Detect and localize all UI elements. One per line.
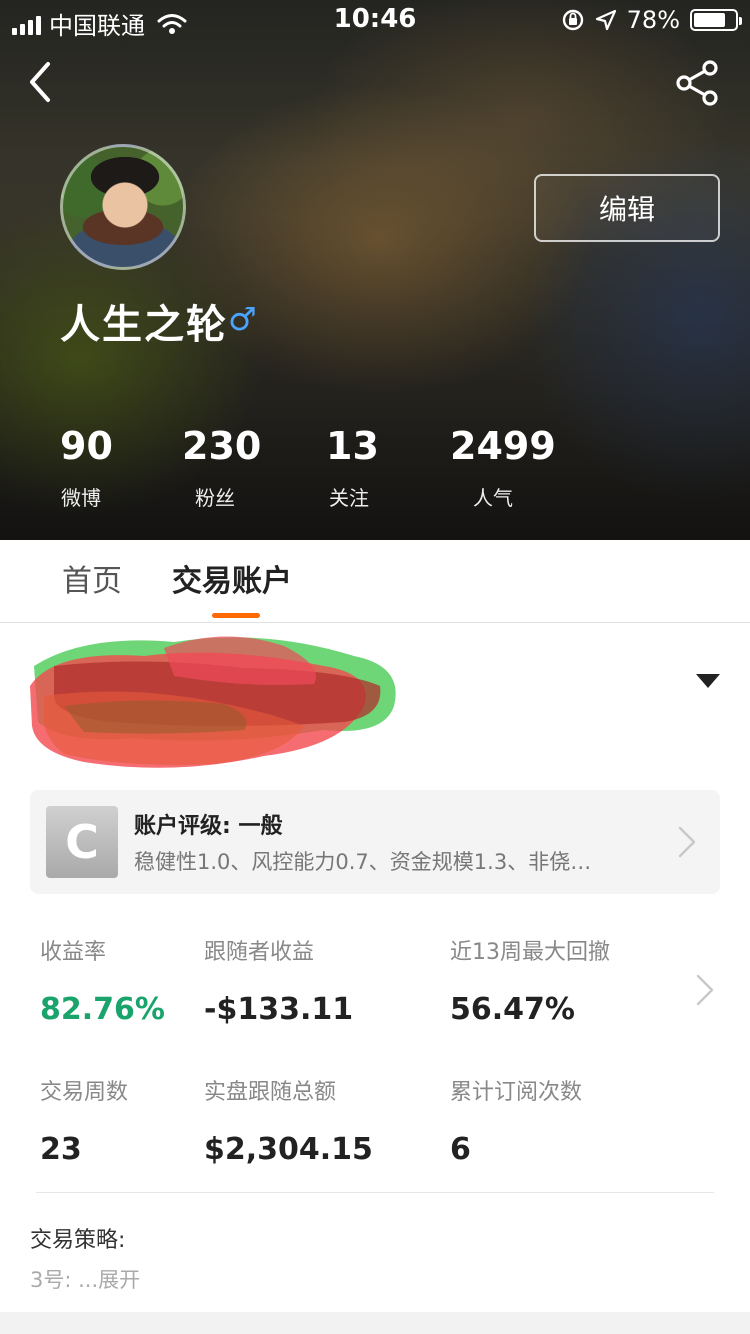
strategy-summary: 3号: ...展开: [30, 1264, 140, 1294]
metric-follower-profit: 跟随者收益 -$133.11: [204, 934, 353, 1027]
username: 人生之轮: [60, 302, 228, 348]
back-button[interactable]: [22, 58, 62, 106]
caret-down-icon: [696, 674, 720, 688]
metric-value: 23: [40, 1132, 82, 1167]
stat-value: 2499: [450, 424, 556, 468]
stat-value: 230: [182, 424, 262, 468]
redacted-account-name: [30, 636, 396, 768]
tab-home[interactable]: 首页: [62, 556, 122, 600]
stat-label: 粉丝: [195, 486, 235, 510]
share-button[interactable]: [672, 60, 722, 106]
chevron-right-icon: [696, 974, 714, 1006]
metric-value: -$133.11: [204, 992, 354, 1027]
metric-value: 56.47%: [450, 992, 575, 1027]
battery-tip: [739, 17, 742, 25]
stat-value: 13: [326, 424, 379, 468]
share-icon: [676, 60, 718, 106]
chevron-right-icon: [678, 826, 696, 858]
metric-return-rate: 收益率 82.76%: [40, 934, 165, 1027]
avatar[interactable]: [60, 144, 186, 270]
metric-subscriptions: 累计订阅次数 6: [450, 1074, 582, 1167]
metric-max-drawdown: 近13周最大回撤 56.47%: [450, 934, 610, 1027]
account-dropdown-button[interactable]: [694, 672, 722, 690]
gender-male-icon: ♂: [228, 300, 257, 338]
expand-link[interactable]: 展开: [98, 1268, 140, 1292]
stat-label: 微博: [61, 486, 101, 510]
rotation-lock-icon: [562, 9, 583, 31]
strategy-title: 交易策略:: [30, 1228, 126, 1253]
metric-value: $2,304.15: [204, 1132, 373, 1167]
metric-label: 交易周数: [40, 1080, 129, 1105]
account-rating-card[interactable]: C 账户评级: 一般 稳健性1.0、风控能力0.7、资金规模1.3、非侥…: [30, 790, 720, 894]
rating-grade-badge: C: [46, 806, 118, 878]
stat-label: 关注: [329, 486, 369, 510]
strategy-text: 3号: ...: [30, 1268, 99, 1292]
metric-label: 跟随者收益: [204, 940, 315, 965]
metrics-detail-button[interactable]: [694, 972, 716, 1008]
tab-trading-account[interactable]: 交易账户: [172, 556, 292, 600]
metric-label: 近13周最大回撤: [450, 940, 610, 965]
metric-label: 累计订阅次数: [450, 1080, 583, 1105]
metric-follow-total: 实盘跟随总额 $2,304.15: [204, 1074, 373, 1167]
metric-value: 6: [450, 1132, 471, 1167]
location-icon: [595, 9, 616, 31]
metric-label: 收益率: [40, 940, 107, 965]
section-divider: [36, 1192, 714, 1193]
bottom-separator: [0, 1312, 750, 1334]
stat-weibo[interactable]: 90 微博: [60, 424, 113, 511]
stat-fans[interactable]: 230 粉丝: [182, 424, 262, 511]
metric-value: 82.76%: [40, 992, 165, 1027]
stat-popularity: 2499 人气: [450, 424, 556, 511]
chevron-left-icon: [30, 62, 50, 102]
metric-label: 实盘跟随总额: [204, 1080, 337, 1105]
metric-trading-weeks: 交易周数 23: [40, 1074, 128, 1167]
rating-title: 账户评级: 一般: [134, 814, 283, 839]
status-bar: 中国联通 10:46 78%: [0, 0, 750, 40]
stat-label: 人气: [473, 486, 513, 510]
battery-percent: 78%: [626, 6, 680, 34]
battery-icon: [690, 9, 742, 31]
profile-header: 中国联通 10:46 78% 编辑 人生之轮 ♂ 90 微博 230 粉丝 13…: [0, 0, 750, 540]
stat-value: 90: [60, 424, 113, 468]
stat-following[interactable]: 13 关注: [326, 424, 379, 511]
battery-fill: [694, 13, 725, 27]
tab-bar: 首页 交易账户: [0, 540, 750, 623]
active-tab-indicator: [212, 613, 260, 618]
edit-profile-button[interactable]: 编辑: [534, 174, 720, 242]
rating-description: 稳健性1.0、风控能力0.7、资金规模1.3、非侥…: [134, 850, 592, 874]
status-right: 78%: [561, 6, 742, 34]
